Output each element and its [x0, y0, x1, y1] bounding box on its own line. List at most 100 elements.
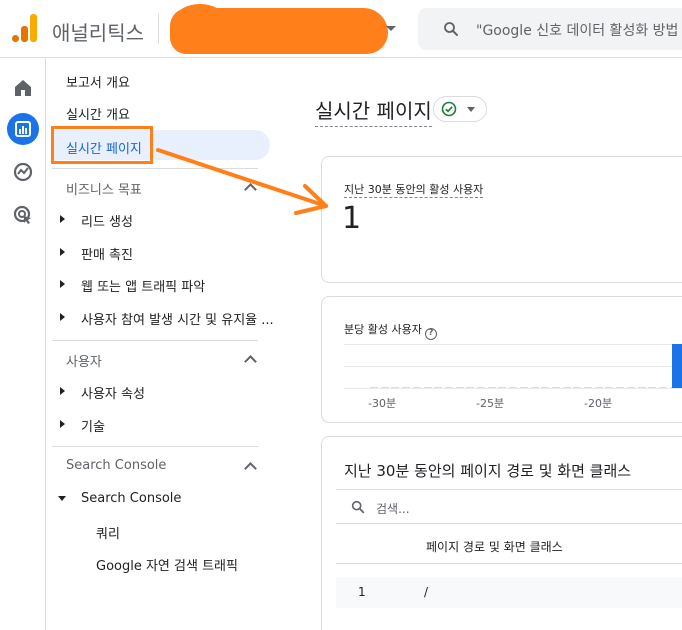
app-title: 애널리틱스: [52, 21, 144, 45]
column-header-page-path[interactable]: 페이지 경로 및 화면 클래스: [426, 538, 563, 555]
search-input[interactable]: "Google 신호 데이터 활성화 방법: [418, 8, 682, 50]
nav-item-reports-overview[interactable]: 보고서 개요: [66, 72, 130, 91]
nav-item-user-attributes[interactable]: 사용자 속성: [81, 383, 145, 402]
home-icon[interactable]: [11, 76, 35, 100]
explore-icon[interactable]: [11, 160, 35, 184]
table-separator: [336, 489, 682, 490]
chart-bar-current[interactable]: [672, 344, 682, 388]
top-header: 애널리틱스 "Google 신호 데이터 활성화 방법: [0, 0, 682, 58]
pages-table-card: 지난 30분 동안의 페이지 경로 및 화면 클래스 검색... 페이지 경로 …: [321, 436, 682, 630]
chart-bar[interactable]: [648, 387, 657, 388]
reports-icon[interactable]: [11, 117, 35, 141]
chart-bar[interactable]: [477, 387, 485, 388]
chart-bar[interactable]: [434, 387, 443, 388]
collapse-search-console-icon[interactable]: [244, 462, 257, 475]
tick-label: -30분: [368, 397, 397, 410]
chart-bar[interactable]: [402, 387, 411, 388]
nav-item-realtime-overview[interactable]: 실시간 개요: [66, 104, 130, 123]
analytics-logo-icon[interactable]: [12, 14, 38, 42]
annotation-highlight-box: [51, 126, 153, 164]
nav-separator: [52, 340, 258, 341]
nav-item-drive-sales[interactable]: 판매 촉진: [81, 244, 133, 263]
expand-sales-icon[interactable]: [60, 248, 65, 256]
row-index: 1: [358, 585, 366, 599]
nav-item-tech[interactable]: 기술: [81, 416, 105, 435]
expand-tech-icon[interactable]: [60, 420, 65, 428]
table-separator: [336, 523, 682, 524]
chart-bar[interactable]: [605, 387, 614, 388]
chart-gridline: [344, 344, 682, 345]
table-search-input[interactable]: 검색...: [376, 500, 410, 517]
chart-bar[interactable]: [455, 387, 464, 388]
chart-bar[interactable]: [637, 387, 646, 388]
per-minute-title: 분당 활성 사용자: [344, 323, 422, 336]
advertising-icon[interactable]: [11, 203, 35, 227]
search-icon: [444, 22, 458, 36]
nav-item-search-console[interactable]: Search Console: [81, 491, 181, 506]
chart-bar[interactable]: [573, 387, 582, 388]
chart-bar[interactable]: [509, 387, 518, 388]
collapse-business-icon[interactable]: [244, 183, 257, 196]
chart-bar[interactable]: [370, 387, 378, 388]
collapse-search-console-group-icon[interactable]: [58, 496, 66, 501]
active-users-card: 지난 30분 동안의 활성 사용자 1: [321, 156, 682, 283]
chart-bar[interactable]: [391, 387, 400, 388]
expand-lead-icon[interactable]: [60, 215, 65, 223]
header-divider: [158, 14, 159, 44]
search-placeholder: "Google 신호 데이터 활성화 방법: [476, 23, 679, 39]
active-users-label[interactable]: 지난 30분 동안의 활성 사용자: [344, 181, 484, 198]
table-row: [336, 577, 682, 608]
section-business-goals[interactable]: 비즈니스 목표: [66, 179, 142, 198]
chart-bar[interactable]: [380, 387, 389, 388]
table-separator: [336, 563, 682, 564]
collapse-user-icon[interactable]: [244, 355, 257, 368]
expand-traffic-icon[interactable]: [60, 280, 65, 288]
chart-bar[interactable]: [551, 387, 560, 388]
chart-bar[interactable]: [562, 387, 571, 388]
check-circle-icon: [441, 101, 457, 117]
tick-label: -25분: [476, 397, 505, 410]
expand-engagement-icon[interactable]: [60, 313, 65, 321]
nav-separator: [52, 168, 258, 169]
chart-bar[interactable]: [487, 387, 496, 388]
search-icon: [351, 500, 365, 514]
chart-bar[interactable]: [444, 387, 453, 388]
chart-bar[interactable]: [423, 387, 432, 388]
data-status-dropdown[interactable]: [433, 96, 487, 122]
expand-user-attributes-icon[interactable]: [60, 387, 65, 395]
nav-item-lead-generation[interactable]: 리드 생성: [81, 211, 133, 230]
nav-separator: [52, 446, 258, 447]
reports-nav: 보고서 개요 실시간 개요 실시간 페이지 비즈니스 목표 리드 생성 판매 촉…: [46, 58, 286, 630]
chart-gridline: [344, 388, 682, 389]
row-page-path: /: [424, 585, 429, 599]
chevron-down-icon: [467, 107, 475, 112]
tick-label: -20분: [584, 397, 613, 410]
chart-gridline: [344, 366, 682, 367]
left-rail: [0, 58, 46, 630]
chart-bar[interactable]: [616, 387, 625, 388]
section-search-console[interactable]: Search Console: [66, 458, 166, 473]
nav-item-queries[interactable]: 쿼리: [96, 523, 120, 542]
account-selector-redacted[interactable]: [170, 8, 388, 54]
chart-bar[interactable]: [498, 387, 507, 388]
per-minute-label: 분당 활성 사용자?: [344, 321, 437, 340]
pages-table-title: 지난 30분 동안의 페이지 경로 및 화면 클래스: [344, 462, 632, 480]
chart-bar[interactable]: [541, 387, 550, 388]
chart-bar[interactable]: [626, 387, 635, 388]
chart-bar[interactable]: [519, 387, 528, 388]
active-users-per-minute-card: 분당 활성 사용자? -30분 -25분 -20분: [321, 296, 682, 423]
page-title: 실시간 페이지: [315, 95, 432, 127]
active-users-value: 1: [342, 201, 362, 236]
nav-item-organic-search[interactable]: Google 자연 검색 트래픽: [96, 555, 238, 574]
chart-bar[interactable]: [658, 387, 667, 388]
chart-bar[interactable]: [412, 387, 421, 388]
chart-bar[interactable]: [584, 387, 592, 388]
account-dropdown-icon[interactable]: [386, 26, 396, 31]
help-icon[interactable]: ?: [424, 328, 437, 340]
chart-bar[interactable]: [594, 387, 603, 388]
nav-item-traffic[interactable]: 웹 또는 앱 트래픽 파악: [81, 276, 205, 295]
chart-bar[interactable]: [530, 387, 539, 388]
chart-bar[interactable]: [466, 387, 475, 388]
section-user[interactable]: 사용자: [66, 351, 102, 370]
nav-item-engagement[interactable]: 사용자 참여 발생 시간 및 유지율 ...: [81, 309, 274, 328]
